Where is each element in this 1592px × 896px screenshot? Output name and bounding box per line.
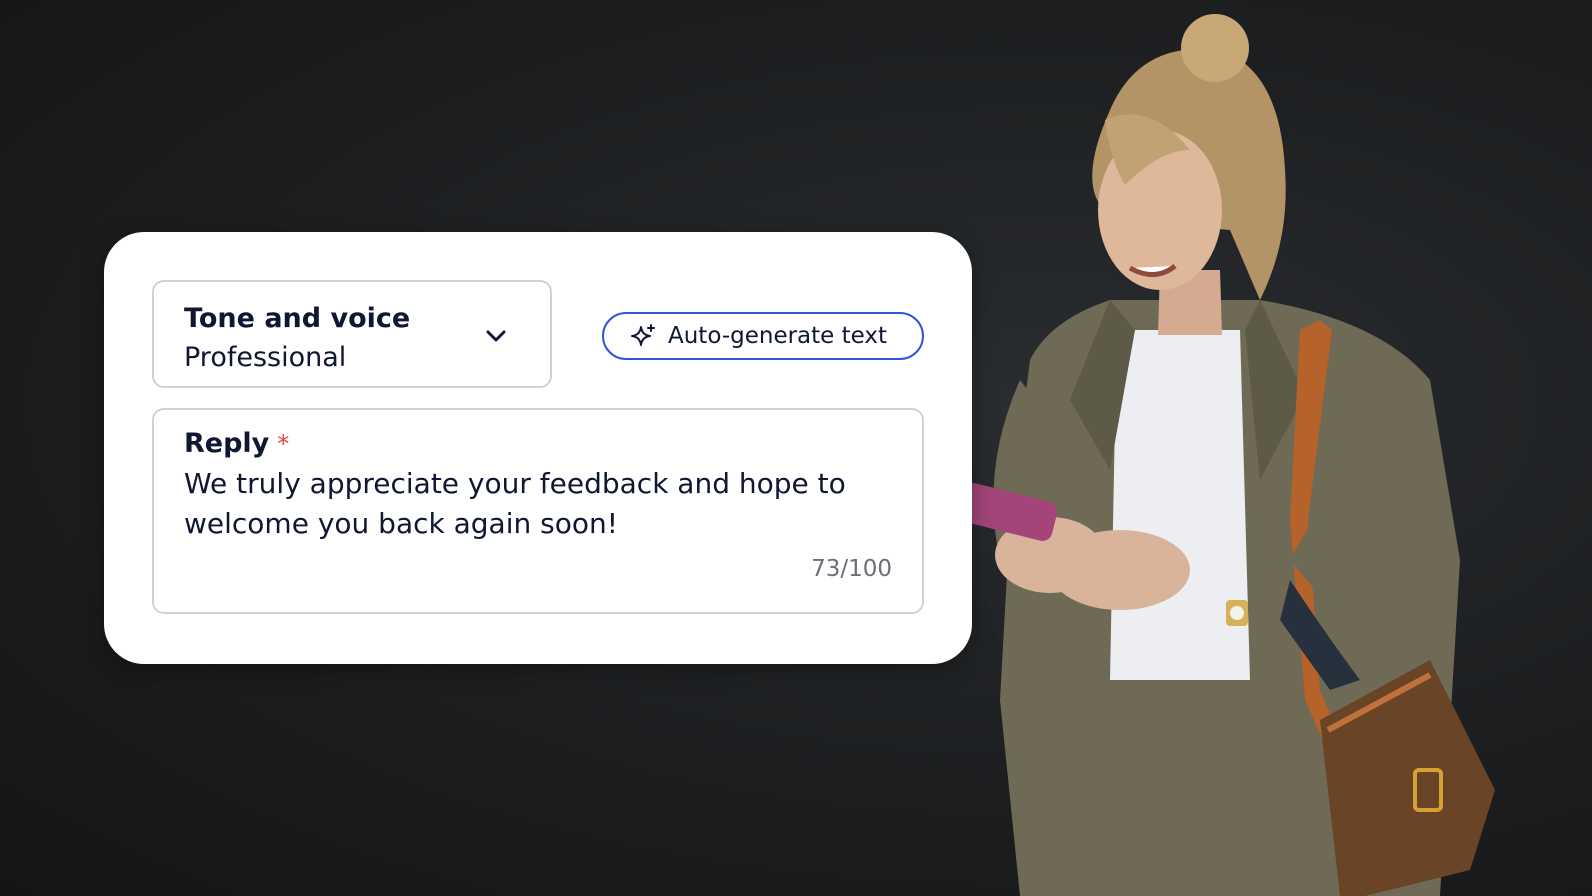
tone-and-voice-dropdown[interactable]: Tone and voice Professional <box>152 280 552 388</box>
auto-generate-button[interactable]: Auto-generate text <box>602 312 924 360</box>
reply-text-value[interactable]: We truly appreciate your feedback and ho… <box>184 464 884 544</box>
character-counter: 73/100 <box>811 556 892 582</box>
reply-text-field[interactable]: Reply * We truly appreciate your feedback… <box>152 408 924 614</box>
sparkle-icon <box>631 324 655 346</box>
woman-with-phone-photo <box>960 14 1495 896</box>
auto-generate-label: Auto-generate text <box>668 323 888 349</box>
reply-label: Reply * <box>184 424 892 464</box>
reply-editor-card: Tone and voice Professional Auto-generat… <box>104 232 972 664</box>
required-asterisk: * <box>277 430 290 458</box>
chevron-down-icon[interactable] <box>484 324 508 348</box>
reply-label-text: Reply <box>184 428 270 459</box>
tone-and-voice-label: Tone and voice <box>184 303 411 334</box>
tone-selected-value: Professional <box>184 342 347 373</box>
